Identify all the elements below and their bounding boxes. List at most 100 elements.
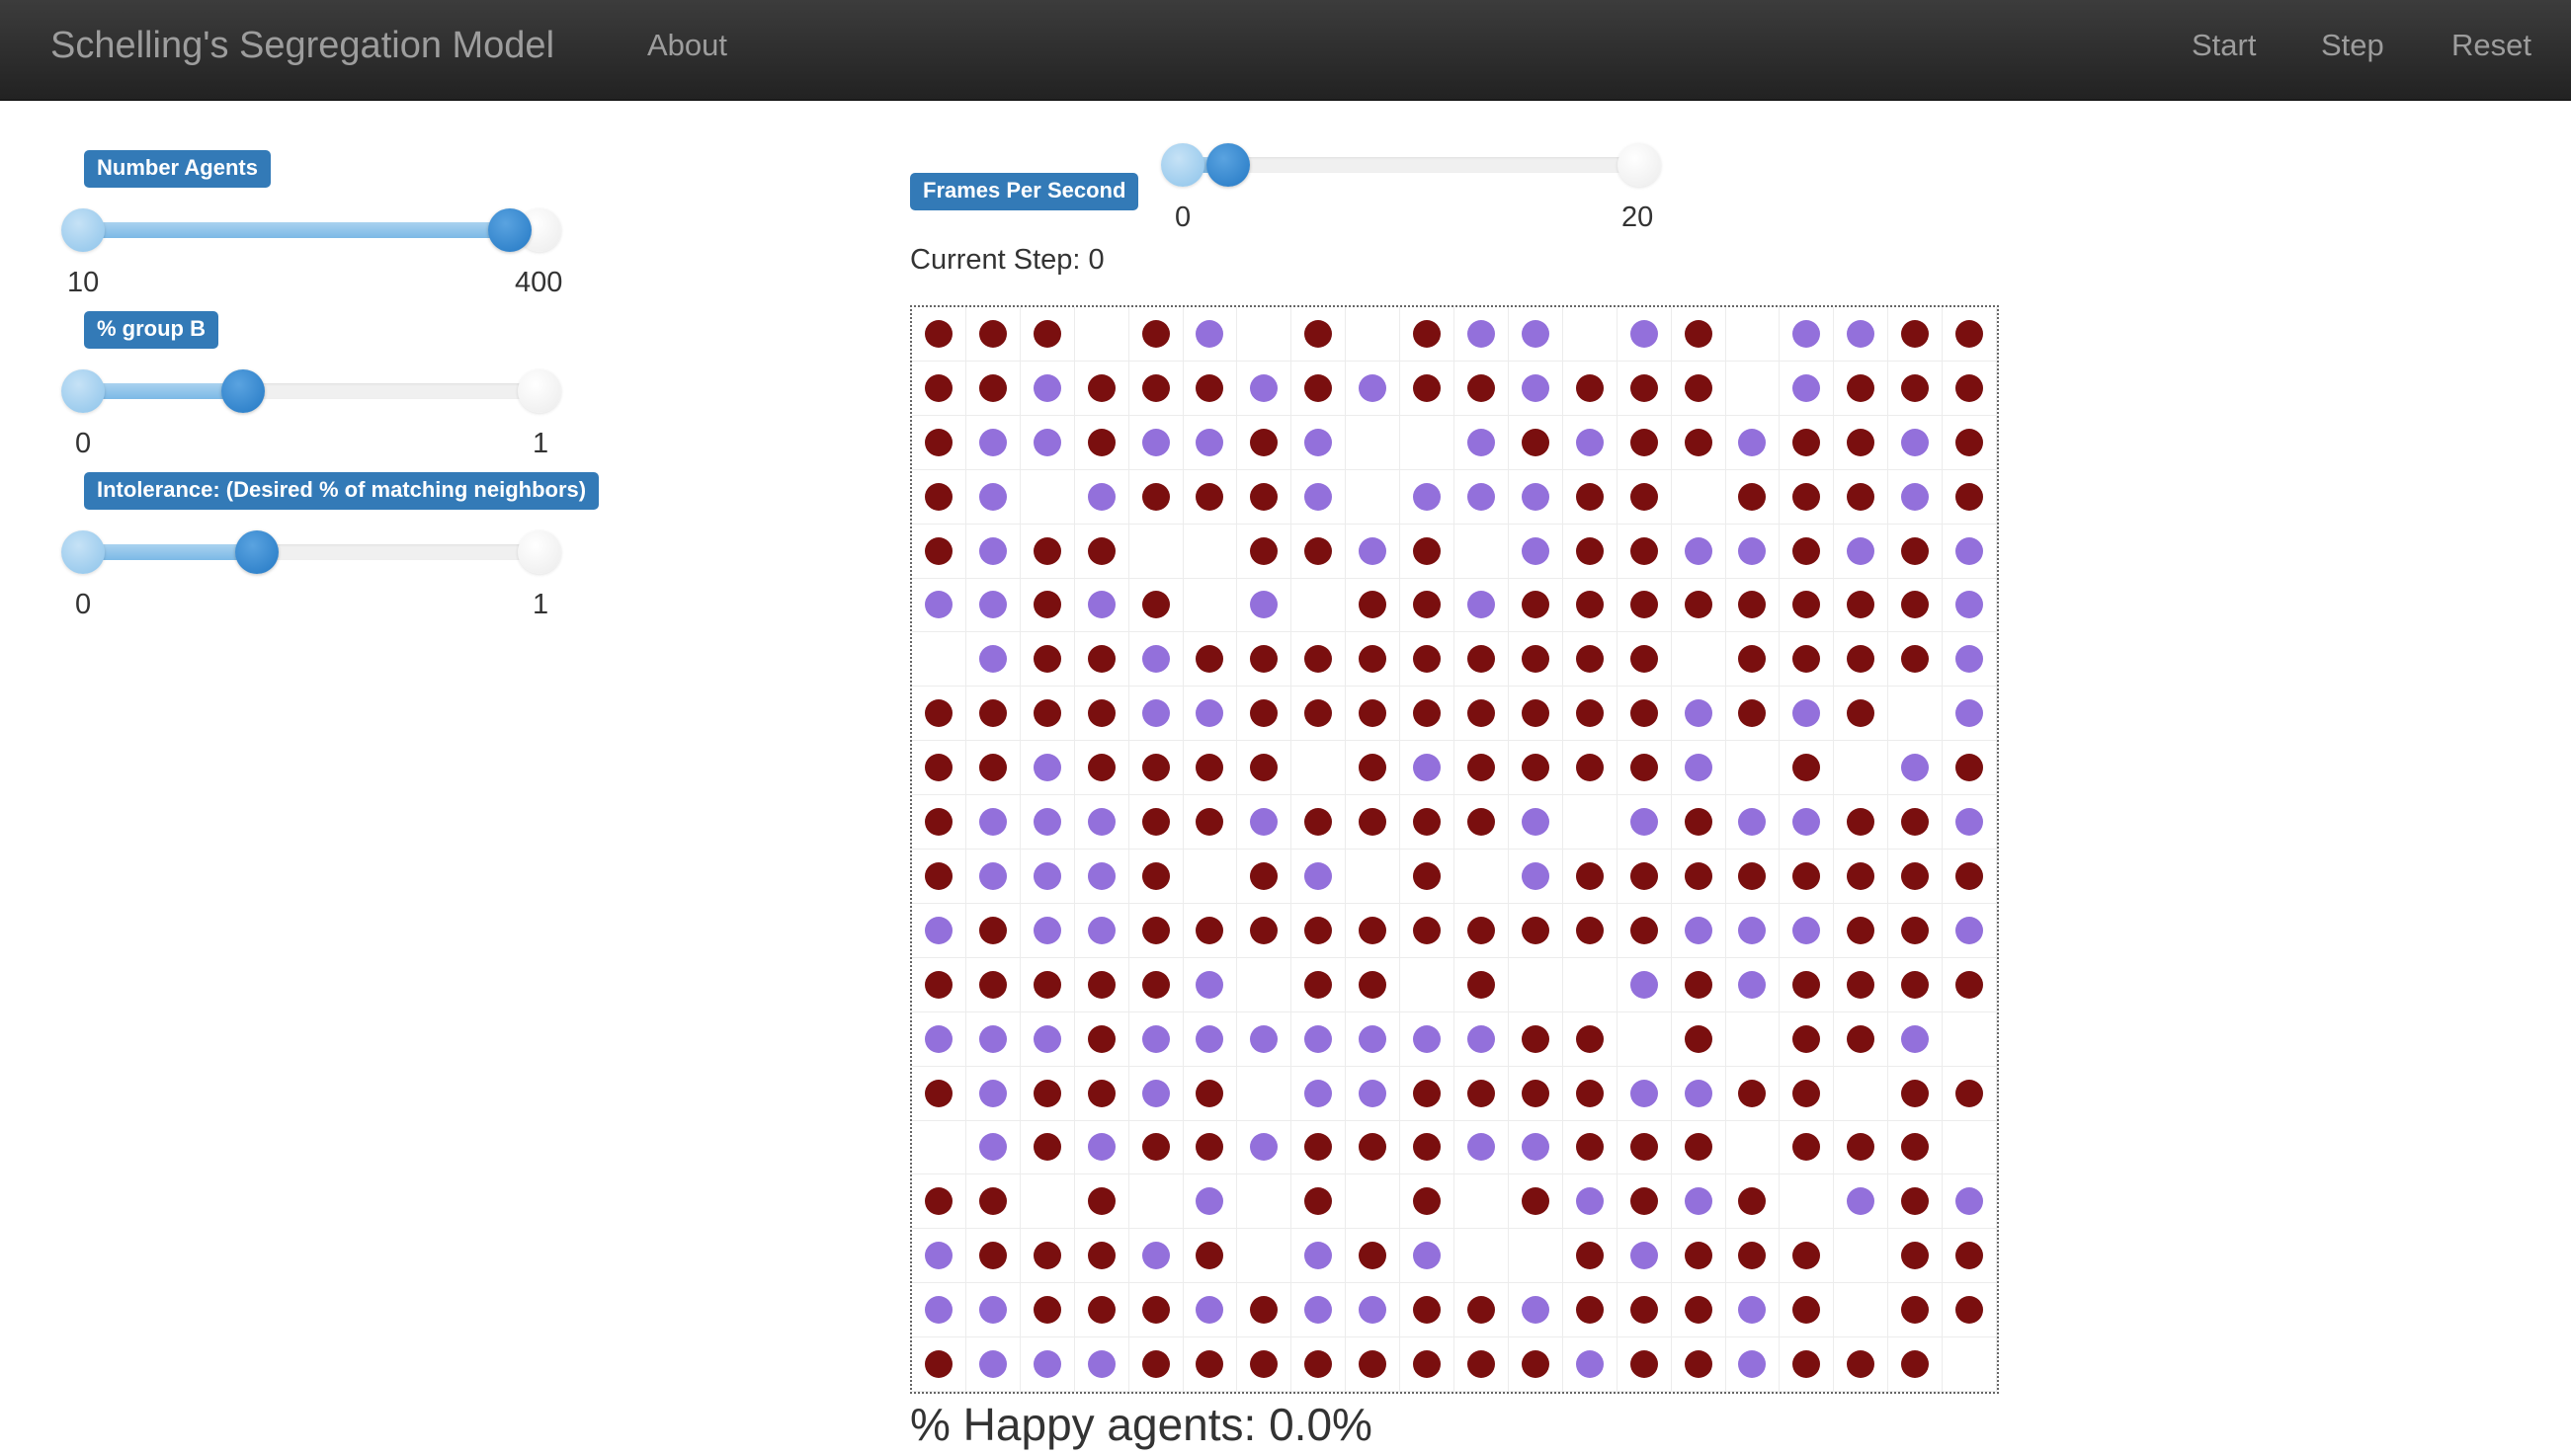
agent-group-a	[1684, 1350, 1712, 1379]
agent-group-b	[1738, 428, 1767, 456]
fps-slider[interactable]	[1161, 141, 1661, 189]
grid-cell	[1291, 849, 1347, 904]
about-link[interactable]: About	[647, 26, 727, 65]
agent-group-b	[924, 1242, 953, 1270]
grid-cell	[1128, 415, 1184, 470]
grid-cell	[1888, 415, 1944, 470]
grid-cell	[1508, 687, 1563, 742]
agent-group-b	[1413, 1242, 1442, 1270]
agent-group-a	[1413, 699, 1442, 728]
step-button[interactable]: Step	[2321, 26, 2384, 65]
slider-value-handle[interactable]	[1206, 143, 1250, 187]
grid-cell	[1780, 1337, 1835, 1392]
agent-group-b	[1684, 1079, 1712, 1107]
grid-cell	[1780, 1120, 1835, 1175]
grid-cell	[1834, 687, 1889, 742]
agent-group-a	[1847, 699, 1875, 728]
grid-cell	[1454, 903, 1509, 958]
grid-cell	[1237, 578, 1292, 633]
agent-group-a	[1087, 428, 1116, 456]
grid-cell	[1291, 741, 1347, 796]
agent-group-a	[1413, 861, 1442, 890]
grid-cell	[1671, 1011, 1726, 1067]
grid-cell	[1562, 687, 1617, 742]
number-agents-min: 10	[67, 267, 100, 298]
slider-min-handle	[61, 369, 105, 413]
grid-cell	[1020, 361, 1075, 416]
agent-group-a	[924, 536, 953, 565]
grid-cell	[1020, 741, 1075, 796]
agent-group-a	[1629, 428, 1658, 456]
agent-group-b	[1955, 916, 1984, 944]
agent-grid	[910, 305, 1999, 1394]
grid-cell	[1454, 1066, 1509, 1121]
reset-button[interactable]: Reset	[2451, 26, 2531, 65]
agent-group-a	[1521, 1079, 1549, 1107]
grid-cell	[1020, 469, 1075, 525]
agent-group-a	[1792, 482, 1821, 511]
grid-cell	[912, 957, 966, 1012]
agent-group-b	[1792, 319, 1821, 348]
grid-cell	[1291, 1229, 1347, 1284]
grid-cell	[965, 578, 1021, 633]
grid-cell	[1562, 361, 1617, 416]
agent-group-a	[1901, 645, 1930, 674]
slider-value-handle[interactable]	[221, 369, 265, 413]
grid-cell	[1237, 687, 1292, 742]
agent-group-a	[978, 970, 1007, 999]
agent-group-a	[1955, 373, 1984, 402]
group-b-slider[interactable]	[61, 367, 561, 415]
slider-max-handle	[518, 530, 561, 574]
slider-value-handle[interactable]	[488, 208, 532, 252]
grid-cell	[1400, 1174, 1454, 1230]
agent-group-a	[1413, 1187, 1442, 1216]
grid-cell	[912, 524, 966, 579]
grid-cell	[1346, 307, 1401, 362]
agent-group-a	[1955, 1242, 1984, 1270]
agent-group-a	[1304, 319, 1333, 348]
grid-cell	[1780, 578, 1835, 633]
grid-cell	[1074, 741, 1129, 796]
slider-value-handle[interactable]	[235, 530, 279, 574]
agent-group-a	[1141, 1133, 1170, 1162]
grid-cell	[1183, 1174, 1238, 1230]
grid-cell	[1943, 524, 1997, 579]
grid-cell	[1454, 578, 1509, 633]
agent-group-a	[1847, 1350, 1875, 1379]
agent-group-b	[1629, 1079, 1658, 1107]
agent-group-a	[924, 1079, 953, 1107]
agent-group-b	[1304, 1024, 1333, 1053]
slider-min-handle	[61, 208, 105, 252]
grid-cell	[1943, 307, 1997, 362]
agent-group-a	[1466, 1350, 1495, 1379]
agent-group-b	[1359, 1296, 1387, 1325]
grid-cell	[1725, 1011, 1781, 1067]
intolerance-slider[interactable]	[61, 528, 561, 576]
agent-group-a	[1413, 645, 1442, 674]
app-title[interactable]: Schelling's Segregation Model	[50, 22, 554, 69]
start-button[interactable]: Start	[2192, 26, 2256, 65]
agent-group-a	[1792, 970, 1821, 999]
grid-cell	[1400, 632, 1454, 688]
grid-cell	[1183, 632, 1238, 688]
grid-cell	[1237, 1120, 1292, 1175]
agent-group-b	[1196, 1296, 1224, 1325]
agent-group-a	[1847, 428, 1875, 456]
grid-cell	[1346, 1120, 1401, 1175]
grid-cell	[1020, 1174, 1075, 1230]
grid-cell	[1454, 524, 1509, 579]
grid-cell	[1671, 1120, 1726, 1175]
grid-cell	[1780, 957, 1835, 1012]
grid-cell	[1888, 632, 1944, 688]
grid-cell	[1183, 687, 1238, 742]
agent-group-a	[1141, 1296, 1170, 1325]
grid-cell	[1346, 578, 1401, 633]
agent-group-b	[1792, 808, 1821, 837]
grid-cell	[1943, 1066, 1997, 1121]
agent-group-a	[1304, 536, 1333, 565]
number-agents-slider[interactable]	[61, 206, 561, 254]
agent-group-a	[1901, 1079, 1930, 1107]
agent-group-a	[1359, 645, 1387, 674]
grid-cell	[1834, 632, 1889, 688]
agent-group-a	[1684, 428, 1712, 456]
